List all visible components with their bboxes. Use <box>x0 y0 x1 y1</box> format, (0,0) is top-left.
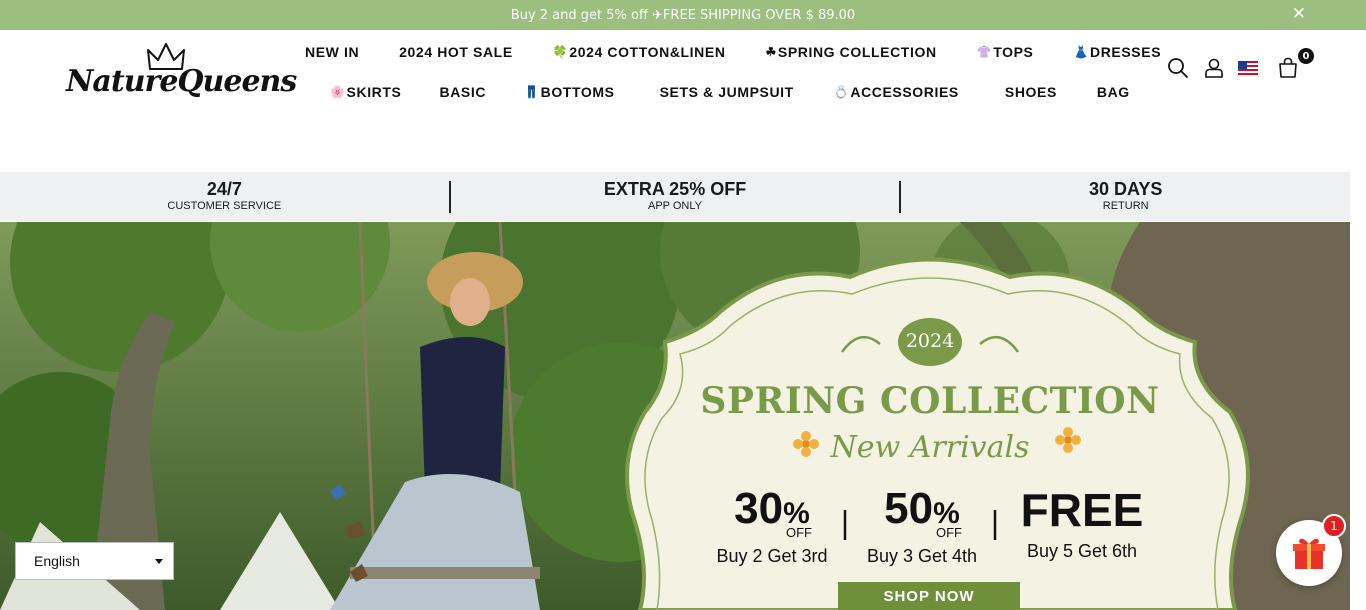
offer-30: 30% OFF Buy 2 Get 3rd <box>712 487 832 567</box>
hero-title: SPRING COLLECTION <box>700 380 1160 422</box>
offer-off: OFF <box>786 525 812 540</box>
nav-label: SPRING COLLECTION <box>777 44 937 60</box>
nav-item-bag[interactable]: BAG <box>1097 82 1130 102</box>
search-icon[interactable] <box>1166 56 1190 80</box>
hero-subtitle: New Arrivals <box>830 430 1030 465</box>
nav-label: SETS & JUMPSUIT <box>659 84 794 100</box>
benefit-subtitle: APP ONLY <box>648 200 703 212</box>
offer-value: 50 <box>884 484 934 533</box>
benefits-strip: 24/7 CUSTOMER SERVICE EXTRA 25% OFF APP … <box>0 172 1350 221</box>
nav-label: ACCESSORIES <box>850 84 959 100</box>
nav-item-basic[interactable]: BASIC <box>440 82 487 102</box>
offer-free: FREE Buy 5 Get 6th <box>1012 487 1152 562</box>
benefit-title: EXTRA 25% OFF <box>603 179 747 199</box>
flower-icon: 🌸 <box>330 85 346 99</box>
benefit-app-discount: EXTRA 25% OFF APP ONLY <box>451 172 900 221</box>
nav-label: TOPS <box>993 44 1034 60</box>
nav-label: SKIRTS <box>346 84 402 100</box>
nav-item-cotton-linen[interactable]: 🍀 2024 COTTON&LINEN <box>553 42 726 62</box>
hero-year-badge: 2024 <box>905 330 955 352</box>
nav-label: BAG <box>1096 84 1130 100</box>
language-select[interactable]: English <box>15 542 174 580</box>
clover-icon: 🍀 <box>552 45 569 59</box>
header-actions: 0 <box>1166 48 1314 80</box>
announcement-text: Buy 2 and get 5% off ✈FREE SHIPPING OVER… <box>510 7 856 23</box>
nav-row-2: 🌸 SKIRTS BASIC 👖 BOTTOMS SETS & JUMPSUIT… <box>330 82 1130 102</box>
gift-icon <box>1293 538 1325 569</box>
nav-label: BASIC <box>439 84 487 100</box>
dress-icon: 👗 <box>1073 45 1090 59</box>
shirt-icon: 👚 <box>976 45 993 59</box>
jeans-icon: 👖 <box>524 85 540 99</box>
nav-row-1: NEW IN 2024 HOT SALE 🍀 2024 COTTON&LINEN… <box>305 42 1161 62</box>
nav-label: 2024 HOT SALE <box>399 44 513 60</box>
nav-item-shoes[interactable]: SHOES <box>1005 82 1057 102</box>
ring-icon: 💍 <box>833 85 850 99</box>
shop-now-button[interactable]: SHOP NOW <box>838 588 1020 605</box>
nav-item-tops[interactable]: 👚 TOPS <box>977 42 1034 62</box>
benefit-customer-service: 24/7 CUSTOMER SERVICE <box>0 172 449 221</box>
nav-item-new-in[interactable]: NEW IN <box>305 42 359 62</box>
benefit-subtitle: CUSTOMER SERVICE <box>167 200 282 212</box>
bag-icon[interactable]: 0 <box>1276 48 1314 80</box>
offer-50: 50% OFF Buy 3 Get 4th <box>862 487 982 567</box>
logo-wordmark: NatureQueens <box>66 64 297 99</box>
nav-item-skirts[interactable]: 🌸 SKIRTS <box>330 82 402 102</box>
nav-item-accessories[interactable]: 💍 ACCESSORIES <box>834 82 959 102</box>
offer-value: FREE <box>1020 484 1144 536</box>
hero-banner[interactable]: 2024 SPRING COLLECTION New Arrivals 30% … <box>0 222 1350 610</box>
benefit-subtitle: RETURN <box>1102 200 1149 212</box>
gift-widget[interactable]: 1 <box>1276 514 1346 586</box>
offer-value: 30 <box>734 484 784 533</box>
nav-item-sets-jumpsuit[interactable]: SETS & JUMPSUIT <box>660 82 794 102</box>
flag-graphic <box>1238 61 1258 75</box>
offer-desc: Buy 3 Get 4th <box>866 546 978 566</box>
offer-desc: Buy 5 Get 6th <box>1026 541 1138 561</box>
caret-down-icon <box>155 559 163 564</box>
nav-label: BOTTOMS <box>540 84 615 100</box>
nav-item-bottoms[interactable]: 👖 BOTTOMS <box>524 82 615 102</box>
nav-label: DRESSES <box>1090 44 1162 60</box>
us-flag-icon[interactable] <box>1238 56 1262 80</box>
close-icon[interactable]: ✕ <box>1292 6 1306 23</box>
nav-label: 2024 COTTON&LINEN <box>569 44 726 60</box>
announcement-bar: Buy 2 and get 5% off ✈FREE SHIPPING OVER… <box>0 0 1366 30</box>
benefit-returns: 30 DAYS RETURN <box>901 172 1350 221</box>
cart-count-badge: 0 <box>1298 48 1314 64</box>
benefit-title: 30 DAYS <box>1088 179 1163 199</box>
language-selected: English <box>34 553 80 569</box>
nav-item-spring-collection[interactable]: ☘ SPRING COLLECTION <box>766 42 937 62</box>
logo[interactable]: NatureQueens <box>66 42 297 102</box>
shamrock-icon: ☘ <box>765 45 777 59</box>
offer-desc: Buy 2 Get 3rd <box>716 546 828 566</box>
gift-count-badge: 1 <box>1322 514 1346 538</box>
nav-item-dresses[interactable]: 👗 DRESSES <box>1073 42 1161 62</box>
user-icon[interactable] <box>1202 56 1226 80</box>
offer-off: OFF <box>936 525 962 540</box>
nav-label: SHOES <box>1004 84 1057 100</box>
site-header: NatureQueens NEW IN 2024 HOT SALE 🍀 2024… <box>0 30 1366 170</box>
nav-item-hot-sale[interactable]: 2024 HOT SALE <box>399 42 513 62</box>
nav-label: NEW IN <box>305 44 360 60</box>
benefit-title: 24/7 <box>206 179 242 199</box>
